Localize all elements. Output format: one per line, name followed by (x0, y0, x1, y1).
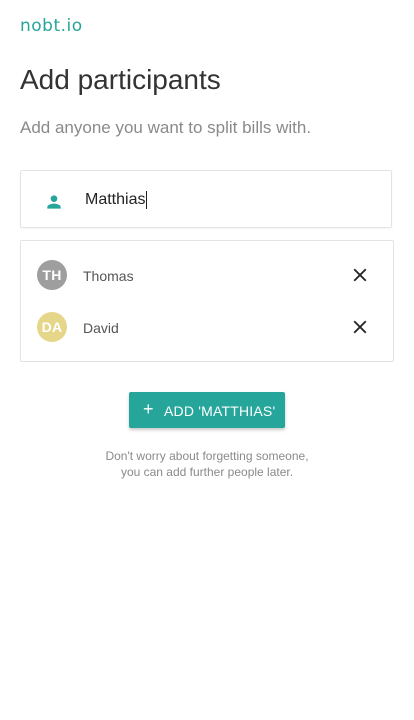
participant-item: TH Thomas (21, 255, 393, 295)
avatar: DA (37, 312, 67, 342)
plus-icon: + (143, 399, 154, 419)
add-button-label: Add 'Matthias' (164, 403, 276, 419)
person-icon (47, 195, 61, 209)
participant-list: TH Thomas DA David (20, 240, 394, 362)
remove-participant-button[interactable] (349, 264, 371, 286)
close-icon (353, 320, 367, 334)
participant-name-input[interactable] (85, 187, 375, 213)
page-subtitle: Add anyone you want to split bills with. (20, 118, 312, 137)
app-logo: nobt.io (20, 16, 83, 36)
hint-text: Don't worry about forgetting someone, yo… (0, 448, 414, 480)
close-icon (353, 268, 367, 282)
participant-item: DA David (21, 307, 393, 347)
text-caret (146, 191, 147, 209)
participant-name: Thomas (83, 268, 134, 284)
participant-input-card (20, 170, 392, 228)
add-participant-button[interactable]: + Add 'Matthias' (129, 392, 285, 428)
participant-name: David (83, 320, 119, 336)
remove-participant-button[interactable] (349, 316, 371, 338)
hint-line-1: Don't worry about forgetting someone, (105, 449, 309, 463)
avatar: TH (37, 260, 67, 290)
page-title: Add participants (20, 64, 221, 95)
hint-line-2: you can add further people later. (120, 465, 294, 479)
